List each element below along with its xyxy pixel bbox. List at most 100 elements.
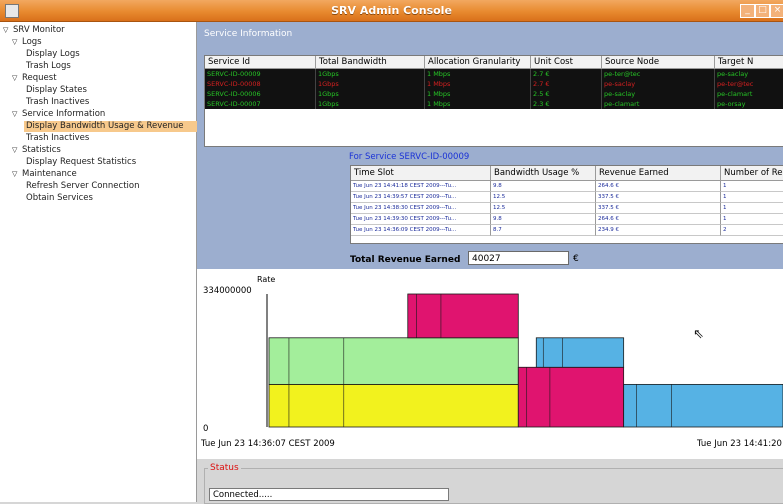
navigation-tree: ▽ SRV Monitor ▽ Logs Display Logs Trash Lo… (0, 22, 198, 502)
table-cell[interactable]: Tue Jun 23 14:41:18 CEST 2009---Tu... (351, 181, 491, 192)
status-group: Status Connected..... (204, 463, 783, 504)
table-cell[interactable]: 9.8 (491, 181, 596, 192)
expand-icon[interactable]: ▽ (12, 109, 22, 120)
table-cell[interactable]: 1 (721, 214, 783, 225)
table-cell: pe-ter@tec (602, 69, 715, 79)
column-header[interactable]: Total Bandwidth (316, 56, 425, 69)
table-cell: 1Gbps (316, 89, 425, 99)
tree-node-maintenance[interactable]: ▽ Maintenance (12, 169, 77, 180)
column-header[interactable]: Revenue Earned (596, 166, 721, 181)
table-cell: 1 Mbps (425, 99, 531, 109)
column-header[interactable]: Time Slot (351, 166, 491, 181)
tree-node-trash-inactives-2[interactable]: Trash Inactives (26, 133, 89, 144)
table-cell: pe-saclay (715, 69, 783, 79)
table-cell[interactable]: 337.5 € (596, 203, 721, 214)
table-row[interactable]: SERVC-ID-00008 1Gbps 1 Mbps 2.7 € pe-sac… (205, 79, 783, 89)
table-cell: SERVC-ID-00008 (205, 79, 316, 89)
status-label: Status (208, 463, 241, 473)
tree-node-display-states[interactable]: Display States (26, 85, 87, 96)
table-cell[interactable]: Tue Jun 23 14:36:09 CEST 2009---Tu... (351, 225, 491, 236)
expand-icon[interactable]: ▽ (3, 25, 13, 36)
column-header[interactable]: Target N (715, 56, 783, 69)
table-cell: pe-orsay (715, 99, 783, 109)
tree-node-obtain-services[interactable]: Obtain Services (26, 193, 93, 204)
expand-icon[interactable]: ▽ (12, 145, 22, 156)
chart-area-blue (623, 383, 783, 428)
column-header[interactable]: Source Node (602, 56, 715, 69)
tree-node-service-information[interactable]: ▽ Service Information (12, 109, 105, 120)
status-field: Connected..... (209, 488, 449, 501)
services-table: Service Id Total Bandwidth Allocation Gr… (204, 55, 783, 147)
column-header[interactable]: Number of Rec (721, 166, 783, 181)
table-cell: 1Gbps (316, 99, 425, 109)
table-cell: 1 Mbps (425, 79, 531, 89)
bandwidth-chart: Rate 334000000 0 Tue Jun 23 14:36:07 CES… (197, 269, 783, 459)
column-header[interactable]: Service Id (205, 56, 316, 69)
table-cell[interactable]: 12.5 (491, 203, 596, 214)
table-cell[interactable]: 2 (721, 225, 783, 236)
table-cell[interactable]: Tue Jun 23 14:39:57 CEST 2009---Tu... (351, 192, 491, 203)
table-cell[interactable]: 8.7 (491, 225, 596, 236)
tree-root[interactable]: ▽ SRV Monitor (3, 25, 65, 36)
maximize-button[interactable]: □ (755, 4, 770, 18)
tree-node-refresh-server[interactable]: Refresh Server Connection (26, 181, 139, 192)
total-revenue-label: Total Revenue Earned (350, 255, 461, 265)
table-cell[interactable]: 12.5 (491, 192, 596, 203)
tree-node-trash-logs[interactable]: Trash Logs (26, 61, 71, 72)
chart-area-magenta (517, 366, 625, 428)
table-cell: 2.3 € (531, 99, 602, 109)
table-cell[interactable]: 1 (721, 181, 783, 192)
column-header[interactable]: Unit Cost (531, 56, 602, 69)
table-cell: 1 Mbps (425, 69, 531, 79)
service-panel-title: Service Information (204, 29, 293, 39)
table-cell[interactable]: Tue Jun 23 14:38:30 CEST 2009---Tu... (351, 203, 491, 214)
table-row[interactable]: SERVC-ID-00007 1Gbps 1 Mbps 2.3 € pe-cla… (205, 99, 783, 109)
column-header[interactable]: Bandwidth Usage % (491, 166, 596, 181)
table-cell[interactable]: 9.8 (491, 214, 596, 225)
table-cell: pe-clamart (602, 99, 715, 109)
table-cell: 2.7 € (531, 69, 602, 79)
expand-icon[interactable]: ▽ (12, 73, 22, 84)
tree-node-display-bandwidth[interactable]: Display Bandwidth Usage & Revenue (24, 121, 198, 132)
tree-node-request[interactable]: ▽ Request (12, 73, 57, 84)
table-cell: pe-saclay (602, 79, 715, 89)
chart-area-blue (535, 337, 625, 368)
close-button[interactable]: × (770, 4, 783, 18)
table-cell: SERVC-ID-00009 (205, 69, 316, 79)
chart-area-yellow (268, 383, 519, 428)
table-cell[interactable]: 264.6 € (596, 214, 721, 225)
tree-node-trash-inactives[interactable]: Trash Inactives (26, 97, 89, 108)
table-cell: SERVC-ID-00006 (205, 89, 316, 99)
service-information-panel: Service Information Service Id Total Ban… (197, 22, 783, 269)
y-tick-label: 0 (203, 424, 208, 434)
x-start-label: Tue Jun 23 14:36:07 CEST 2009 (200, 439, 335, 449)
table-cell[interactable]: Tue Jun 23 14:39:30 CEST 2009---Tu... (351, 214, 491, 225)
table-cell: 2.5 € (531, 89, 602, 99)
table-cell[interactable]: 337.5 € (596, 192, 721, 203)
minimize-button[interactable]: _ (740, 4, 755, 18)
expand-icon[interactable]: ▽ (12, 169, 22, 180)
tree-node-logs[interactable]: ▽ Logs (12, 37, 42, 48)
total-revenue-field[interactable]: 40027 (468, 251, 569, 265)
table-cell: pe-saclay (602, 89, 715, 99)
table-cell[interactable]: 264.6 € (596, 181, 721, 192)
table-cell: SERVC-ID-00007 (205, 99, 316, 109)
y-tick-label: 334000000 (203, 286, 252, 296)
expand-icon[interactable]: ▽ (12, 37, 22, 48)
tree-node-display-logs[interactable]: Display Logs (26, 49, 80, 60)
table-cell[interactable]: 1 (721, 192, 783, 203)
table-cell: pe-ter@tec (715, 79, 783, 89)
chart-area-green (268, 337, 519, 385)
table-cell: 1Gbps (316, 69, 425, 79)
tree-node-display-request-statistics[interactable]: Display Request Statistics (26, 157, 136, 168)
selected-service-label: For Service SERVC-ID-00009 (349, 152, 470, 162)
table-row[interactable]: SERVC-ID-00006 1Gbps 1 Mbps 2.5 € pe-sac… (205, 89, 783, 99)
table-cell: pe-clamart (715, 89, 783, 99)
table-cell[interactable]: 1 (721, 203, 783, 214)
y-axis-label: Rate (257, 275, 275, 284)
table-cell: 1 Mbps (425, 89, 531, 99)
table-row[interactable]: SERVC-ID-00009 1Gbps 1 Mbps 2.7 € pe-ter… (205, 69, 783, 79)
table-cell[interactable]: 234.9 € (596, 225, 721, 236)
tree-node-statistics[interactable]: ▽ Statistics (12, 145, 61, 156)
column-header[interactable]: Allocation Granularity (425, 56, 531, 69)
